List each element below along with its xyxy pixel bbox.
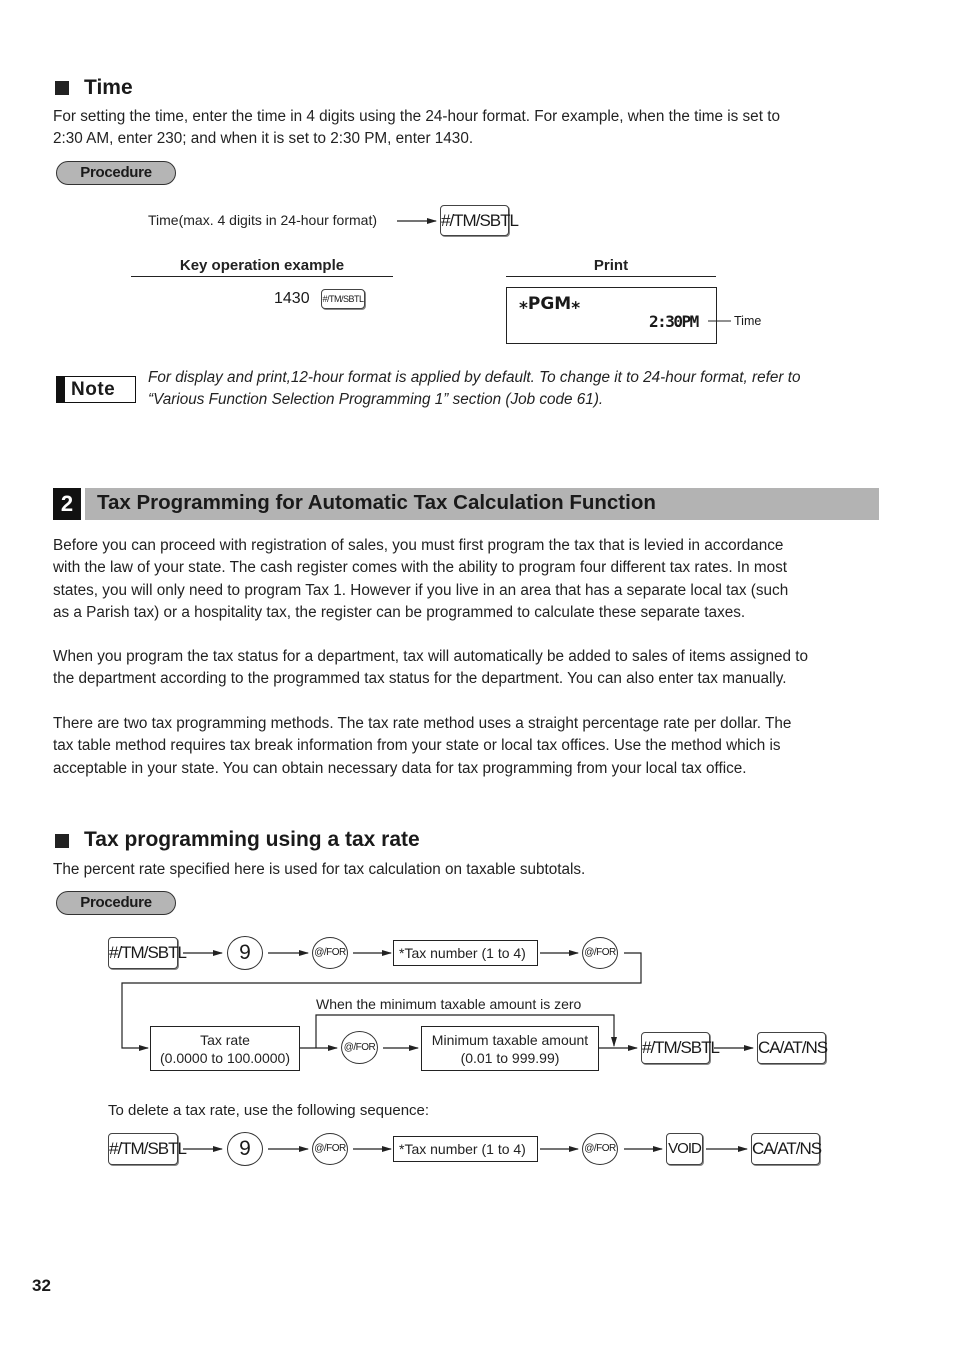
key-ca-at-ns[interactable]: CA/AT/NS — [757, 1032, 828, 1064]
key-for[interactable]: @/FOR — [582, 1133, 618, 1165]
paragraph-line: as a Parish tax) or a hospitality tax, t… — [53, 603, 746, 621]
key-for[interactable]: @/FOR — [582, 937, 618, 969]
key-sbtl[interactable]: #/TM/SBTL — [440, 205, 519, 236]
tax-paragraph: When you program the tax status for a de… — [53, 646, 883, 691]
paragraph-line: There are two tax programming methods. T… — [53, 715, 792, 732]
tax-rate-range: (0.0000 to 100.0000) — [160, 1050, 290, 1066]
time-callout-label: Time — [734, 314, 762, 328]
key-sbtl[interactable]: #/TM/SBTL — [108, 937, 187, 969]
divider — [131, 276, 393, 277]
min-amount-range: (0.01 to 999.99) — [460, 1050, 560, 1066]
delete-intro: To delete a tax rate, use the following … — [108, 1102, 430, 1119]
tax-number-input-box: *Tax number (1 to 4) — [393, 1136, 538, 1162]
key-ca-at-ns[interactable]: CA/AT/NS — [751, 1133, 822, 1165]
key-for[interactable]: @/FOR — [312, 937, 348, 969]
tax-number-input-box: *Tax number (1 to 4) — [393, 940, 538, 966]
heading-square-icon — [55, 81, 69, 95]
paragraph-line: the department according to the programm… — [53, 670, 787, 688]
page-number: 32 — [32, 1276, 51, 1295]
key-sbtl[interactable]: #/TM/SBTL — [641, 1032, 720, 1064]
section-header: 2 Tax Programming for Automatic Tax Calc… — [53, 488, 879, 520]
key-9[interactable]: 9 — [227, 1132, 263, 1166]
tax-paragraph: There are two tax programming methods. T… — [53, 713, 883, 780]
note-line: For display and print,12-hour format is … — [148, 369, 801, 386]
note-bar — [57, 377, 65, 402]
bypass-label: When the minimum taxable amount is zero — [316, 996, 582, 1012]
key-sbtl-small[interactable]: #/TM/SBTL — [321, 289, 365, 309]
tax-rate-input-box: Tax rate (0.0000 to 100.0000) — [150, 1026, 300, 1071]
receipt-pgm: ⁎PGM⁎ — [519, 294, 581, 314]
paragraph-line: states, you will only need to program Ta… — [53, 581, 789, 599]
tax-rate-intro: The percent rate specified here is used … — [53, 861, 586, 878]
receipt-print: ⁎PGM⁎ 2:30PM — [506, 287, 717, 344]
note-badge-label: Note — [71, 379, 116, 400]
key-operation-header: Key operation example — [179, 257, 345, 274]
tax-rate-heading: Tax programming using a tax rate — [84, 828, 420, 851]
tax-paragraph: Before you can proceed with registration… — [53, 535, 883, 624]
key-sbtl[interactable]: #/TM/SBTL — [108, 1133, 187, 1165]
paragraph-line: When you program the tax status for a de… — [53, 648, 809, 665]
heading-square-icon — [55, 834, 69, 848]
min-taxable-amount-box: Minimum taxable amount (0.01 to 999.99) — [421, 1026, 599, 1071]
note-text: For display and print,12-hour format is … — [148, 367, 888, 412]
key-9[interactable]: 9 — [227, 936, 263, 970]
key-operation-value: 1430 — [274, 290, 310, 307]
note-line: “Various Function Selection Programming … — [148, 391, 604, 409]
paragraph-line: Before you can proceed with registration… — [53, 537, 784, 554]
note-badge: Note — [56, 376, 136, 403]
procedure-label: Procedure — [56, 891, 176, 915]
paragraph-line: with the law of your state. The cash reg… — [53, 559, 788, 577]
section-title: Tax Programming for Automatic Tax Calcul… — [97, 491, 656, 514]
section-band: Tax Programming for Automatic Tax Calcul… — [85, 488, 879, 520]
procedure-label: Procedure — [56, 161, 176, 185]
time-input-label: Time(max. 4 digits in 24-hour format) — [148, 212, 377, 228]
time-intro: For setting the time, enter the time in … — [53, 106, 883, 151]
receipt-time: 2:30PM — [649, 312, 699, 331]
tax-rate-label: Tax rate — [200, 1032, 250, 1048]
min-amount-label: Minimum taxable amount — [431, 1032, 589, 1048]
paragraph-line: tax table method requires tax break info… — [53, 737, 781, 755]
key-for[interactable]: @/FOR — [312, 1133, 348, 1165]
time-intro-line: 2:30 AM, enter 230; and when it is set t… — [53, 130, 474, 148]
time-intro-line: For setting the time, enter the time in … — [53, 108, 780, 125]
section-number: 2 — [53, 488, 81, 520]
paragraph-line: acceptable in your state. You can obtain… — [53, 759, 747, 777]
time-heading: Time — [84, 76, 133, 99]
print-header: Print — [593, 257, 629, 274]
key-for[interactable]: @/FOR — [341, 1031, 378, 1064]
key-void[interactable]: VOID — [666, 1133, 703, 1165]
divider — [506, 276, 716, 277]
